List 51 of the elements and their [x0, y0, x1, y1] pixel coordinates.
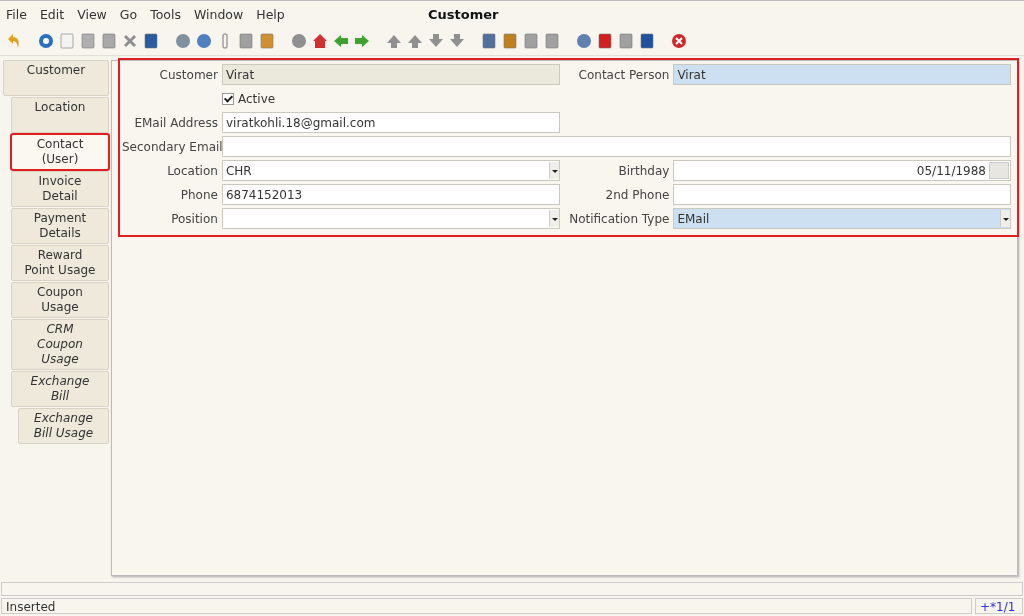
tab[interactable]: Customer	[3, 60, 109, 96]
menu-item[interactable]: Help	[256, 6, 285, 22]
input-field[interactable]: Virat	[673, 64, 1011, 85]
tab[interactable]: Exchange Bill Usage	[18, 408, 109, 444]
tab[interactable]: Coupon Usage	[11, 282, 109, 318]
tab[interactable]: Reward Point Usage	[11, 245, 109, 281]
field-label: EMail Address	[133, 115, 219, 130]
input-field[interactable]: 6874152013	[221, 184, 560, 205]
record-indicator: +*1/1	[975, 598, 1023, 614]
field-label: Customer	[158, 67, 219, 82]
menu-item[interactable]: Go	[119, 6, 138, 22]
menu-item[interactable]: Window	[193, 6, 244, 22]
tab[interactable]: Exchange Bill	[11, 371, 109, 407]
forward-arrow-icon[interactable]	[354, 33, 370, 49]
input-field[interactable]	[673, 184, 1011, 205]
menu-item[interactable]: Edit	[39, 6, 65, 22]
input-field[interactable]	[222, 136, 1011, 157]
menu-item[interactable]: File	[6, 6, 27, 22]
tab[interactable]: Invoice Detail	[11, 171, 109, 207]
home-icon[interactable]	[312, 33, 328, 49]
field-label: Notification Type	[568, 211, 671, 226]
window-title: Customer	[428, 6, 499, 22]
tab[interactable]: Payment Details	[11, 208, 109, 244]
menu-item[interactable]: Tools	[150, 6, 181, 22]
dropdown-field[interactable]: EMail	[673, 208, 1011, 229]
tab[interactable]: Contact (User)	[11, 134, 109, 170]
cut-icon[interactable]	[122, 33, 138, 49]
field-label: Phone	[179, 187, 219, 202]
date-field[interactable]: 05/11/1988	[673, 160, 1011, 181]
field-label: Position	[170, 211, 219, 226]
field-label: Contact Person	[577, 67, 671, 82]
input-field[interactable]: viratkohli.18@gmail.com	[222, 112, 560, 133]
back-arrow-icon[interactable]	[333, 33, 349, 49]
status-message: Inserted	[1, 598, 972, 614]
input-field[interactable]: Virat	[221, 64, 560, 85]
field-label: Location	[166, 163, 219, 178]
undo-icon[interactable]	[6, 33, 22, 49]
field-label: 2nd Phone	[604, 187, 671, 202]
close-icon[interactable]	[671, 33, 687, 49]
checkbox[interactable]	[222, 92, 234, 105]
field-label: Secondary Email	[122, 139, 222, 154]
field-label: Birthday	[617, 163, 671, 178]
tab[interactable]: Location	[11, 97, 109, 133]
menu-item[interactable]: View	[77, 6, 107, 22]
active-checkbox[interactable]: Active	[222, 91, 276, 106]
up-arrow-icon[interactable]	[407, 33, 423, 49]
tab[interactable]: CRM Coupon Usage	[11, 319, 109, 370]
dropdown-field[interactable]: CHR	[221, 160, 560, 181]
checkbox-label: Active	[238, 91, 276, 106]
dropdown-field[interactable]	[221, 208, 560, 229]
down-arrow-icon[interactable]	[428, 33, 444, 49]
